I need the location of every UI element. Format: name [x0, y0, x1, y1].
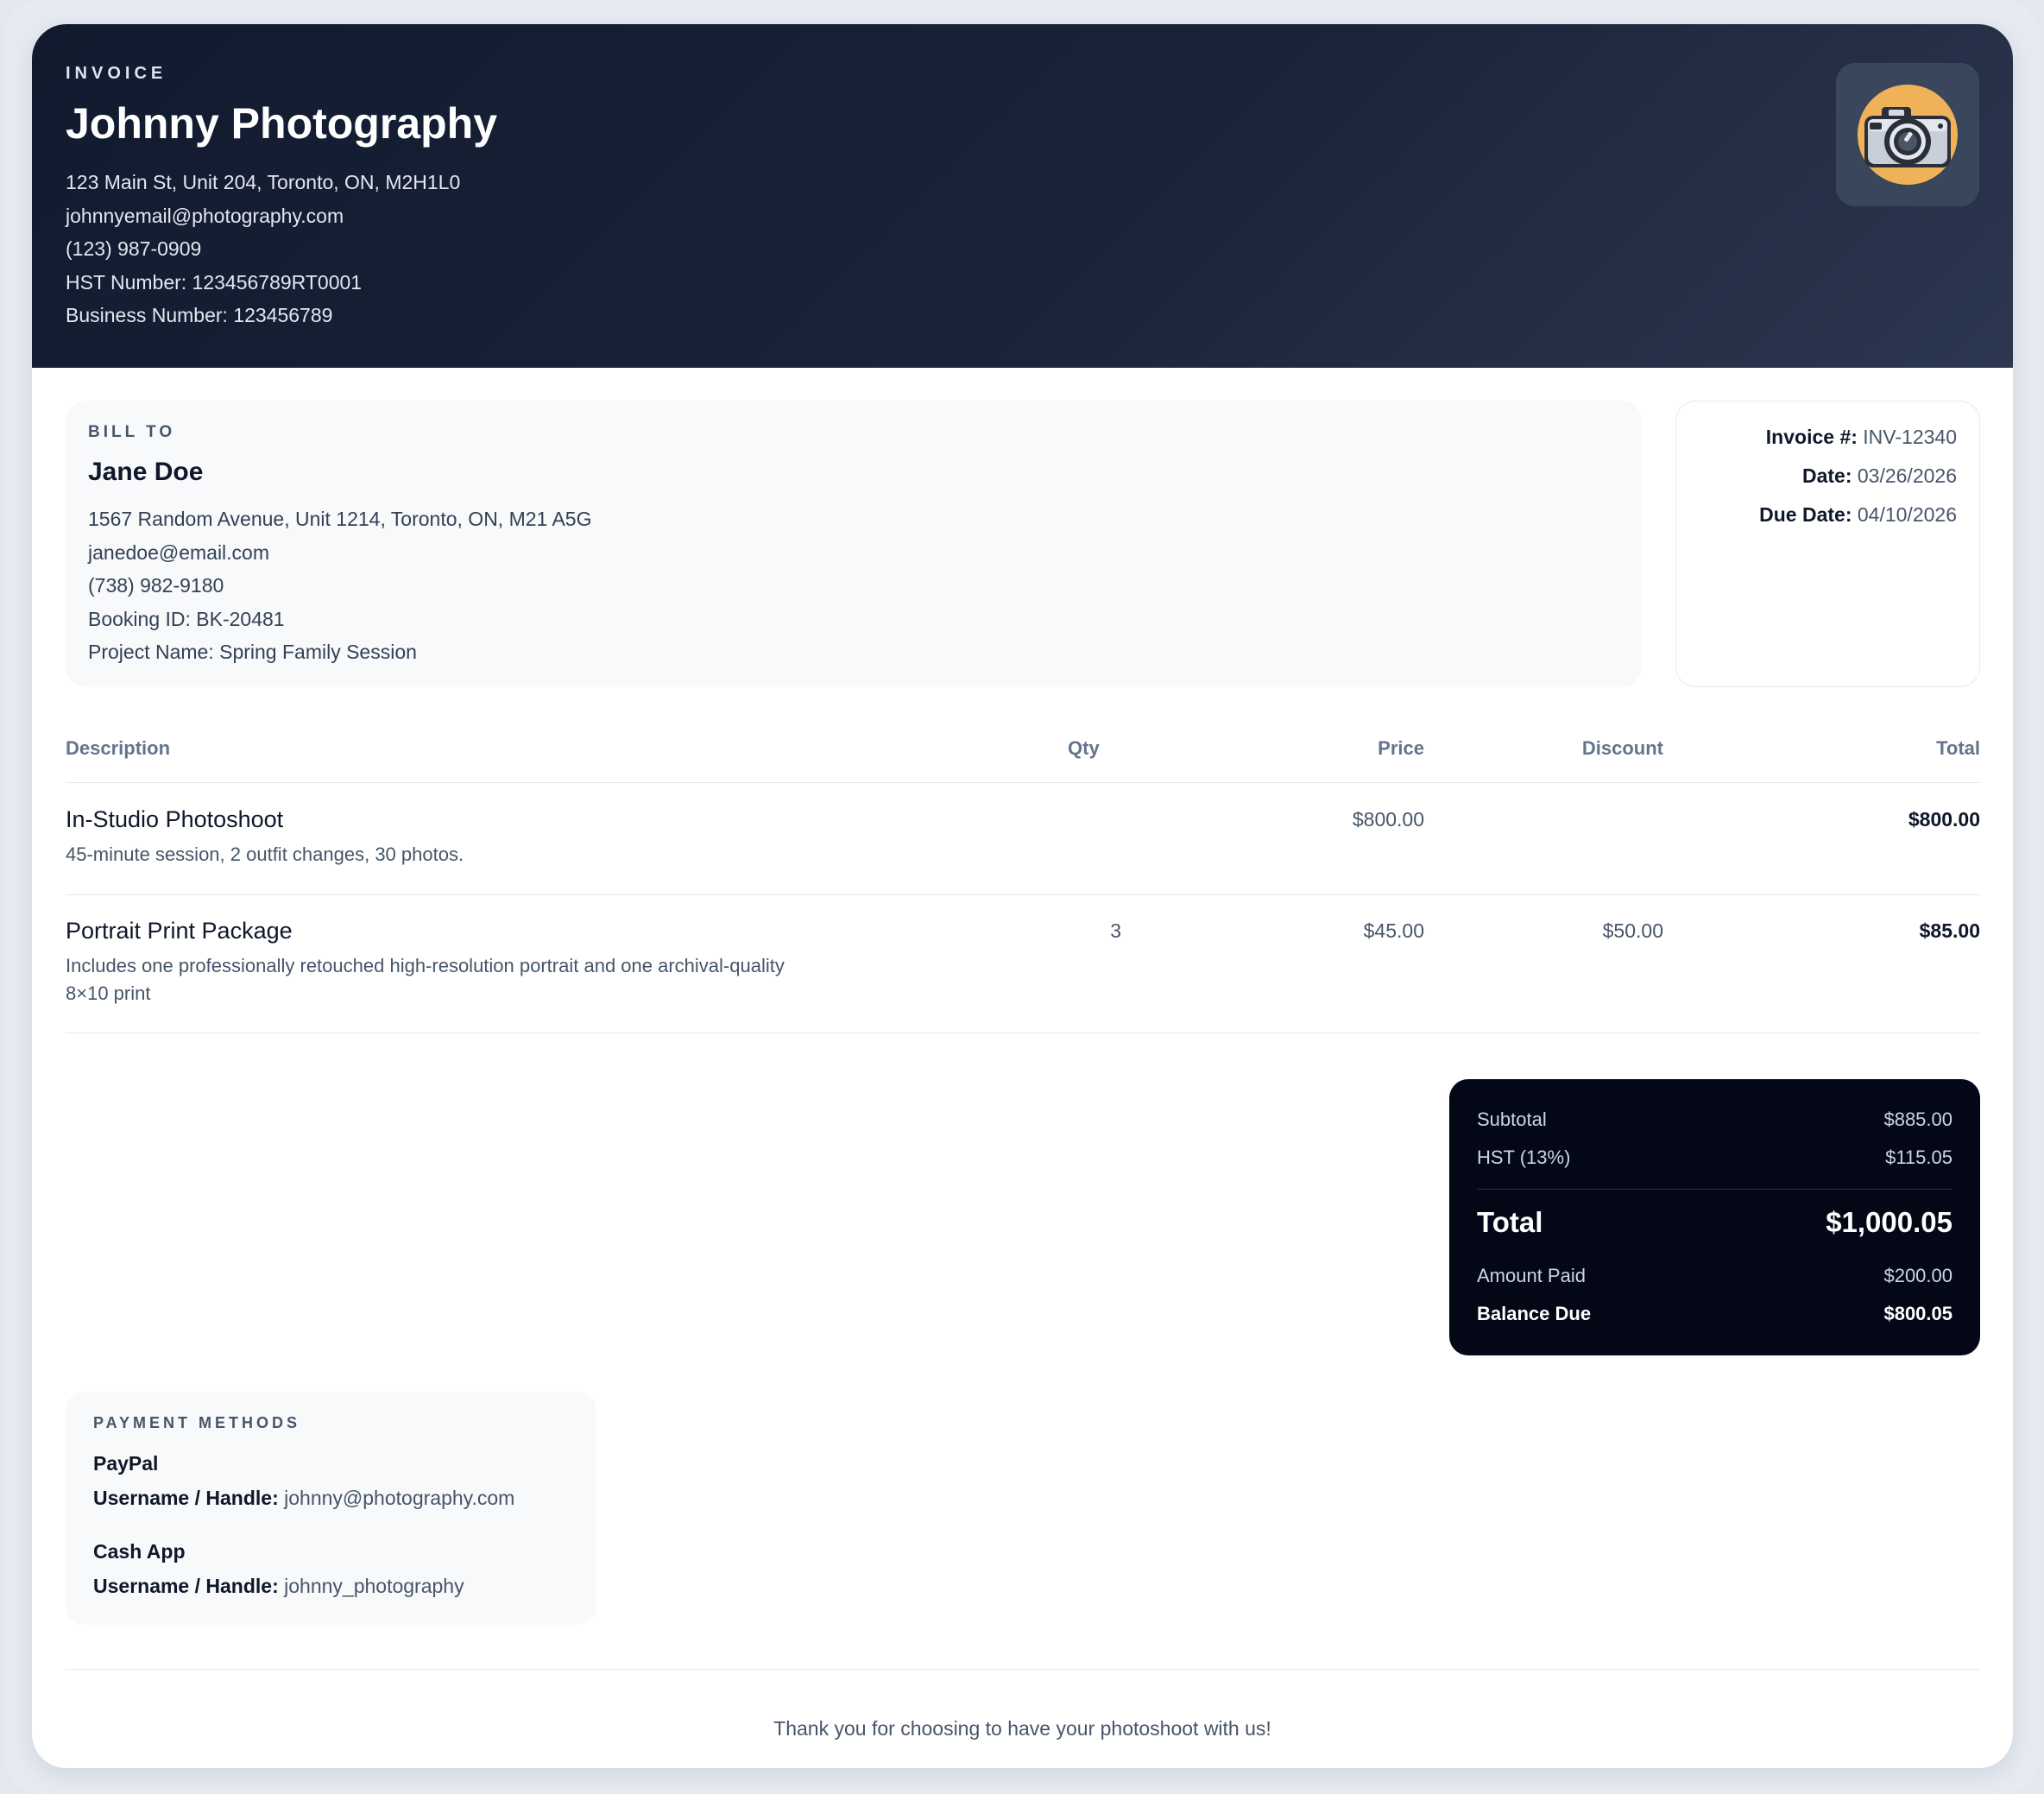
hst-row: HST (13%) $115.05 [1477, 1147, 1953, 1169]
item-total: $85.00 [1919, 919, 1980, 942]
invoice-number-label: Invoice #: [1765, 426, 1858, 448]
payment-method-handle: Username / Handle: johnny_photography [93, 1575, 464, 1598]
payment-method-name: Cash App [93, 1540, 186, 1563]
payment-methods: PAYMENT METHODS PayPal Username / Handle… [66, 1392, 596, 1625]
business-logo [1836, 63, 1979, 206]
invoice-header: INVOICE Johnny Photography 123 Main St, … [32, 24, 2013, 368]
invoice-meta: Invoice #: INV-12340 Date: 03/26/2026 Du… [1675, 401, 1980, 687]
item-title: In-Studio Photoshoot [66, 806, 284, 832]
business-address: 123 Main St, Unit 204, Toronto, ON, M2H1… [66, 171, 461, 193]
invoice-number: Invoice #: INV-12340 [1766, 426, 1957, 449]
handle-label: Username / Handle: [93, 1487, 279, 1509]
total-label: Total [1477, 1206, 1543, 1238]
header-qty: Qty [1068, 737, 1100, 759]
handle-label: Username / Handle: [93, 1575, 279, 1597]
invoice-due-date-label: Due Date: [1759, 503, 1852, 526]
amount-paid-label: Amount Paid [1477, 1265, 1586, 1286]
client-phone: (738) 982-9180 [88, 574, 224, 597]
item-description: Includes one professionally retouched hi… [66, 955, 785, 1004]
row-divider [66, 894, 1980, 895]
client-project-name: Project Name: Spring Family Session [88, 641, 417, 664]
payment-method-handle: Username / Handle: johnny@photography.co… [93, 1487, 514, 1510]
balance-due-value: $800.05 [1883, 1303, 1953, 1324]
totals-summary: Subtotal $885.00 HST (13%) $115.05 Total… [1449, 1079, 1980, 1355]
bill-to-label: BILL TO [88, 423, 176, 441]
header-price: Price [1378, 737, 1424, 759]
invoice-date-label: Date: [1801, 464, 1852, 487]
total-value: $1,000.05 [1826, 1206, 1953, 1238]
client-booking-id: Booking ID: BK-20481 [88, 607, 285, 630]
invoice-eyebrow: INVOICE [66, 64, 167, 83]
item-discount: $50.00 [1602, 919, 1663, 942]
client-name: Jane Doe [88, 458, 204, 486]
item-qty: 3 [1110, 919, 1121, 942]
subtotal-row: Subtotal $885.00 [1477, 1109, 1953, 1131]
item-description: 45-minute session, 2 outfit changes, 30 … [66, 843, 464, 865]
business-email: johnnyemail@photography.com [66, 204, 344, 227]
summary-divider [1477, 1189, 1953, 1190]
table-header-divider [66, 782, 1980, 783]
payment-method-name: PayPal [93, 1452, 159, 1475]
invoice-date-value: 03/26/2026 [1857, 464, 1957, 487]
invoice-number-value: INV-12340 [1863, 426, 1957, 448]
footer-divider [66, 1669, 1980, 1670]
footer-thank-you: Thank you for choosing to have your phot… [773, 1717, 1271, 1740]
total-row: Total $1,000.05 [1477, 1206, 1953, 1239]
hst-value: $115.05 [1885, 1147, 1953, 1168]
business-number: Business Number: 123456789 [66, 304, 333, 327]
client-address: 1567 Random Avenue, Unit 1214, Toronto, … [88, 508, 592, 530]
business-details: 123 Main St, Unit 204, Toronto, ON, M2H1… [66, 166, 460, 332]
invoice-due-date: Due Date: 04/10/2026 [1759, 503, 1957, 527]
item-total: $800.00 [1908, 808, 1980, 831]
invoice-date: Date: 03/26/2026 [1802, 464, 1957, 488]
item-title: Portrait Print Package [66, 918, 293, 944]
invoice-card: INVOICE Johnny Photography 123 Main St, … [32, 24, 2013, 1768]
business-phone: (123) 987-0909 [66, 237, 202, 261]
hst-label: HST (13%) [1477, 1147, 1571, 1168]
header-discount: Discount [1581, 737, 1663, 759]
header-total: Total [1936, 737, 1980, 759]
camera-icon [1858, 85, 1958, 185]
subtotal-value: $885.00 [1883, 1109, 1953, 1130]
client-email: janedoe@email.com [88, 540, 270, 564]
client-details: 1567 Random Avenue, Unit 1214, Toronto, … [88, 502, 591, 669]
balance-due-label: Balance Due [1477, 1303, 1592, 1324]
header-description: Description [66, 737, 171, 759]
item-price: $800.00 [1352, 808, 1424, 831]
payment-methods-label: PAYMENT METHODS [93, 1414, 301, 1431]
business-name: Johnny Photography [66, 99, 497, 148]
bill-to-section: BILL TO Jane Doe 1567 Random Avenue, Uni… [66, 401, 1642, 687]
invoice-due-date-value: 04/10/2026 [1857, 503, 1957, 526]
balance-due-row: Balance Due $800.05 [1477, 1303, 1953, 1325]
item-price: $45.00 [1363, 919, 1424, 942]
amount-paid-row: Amount Paid $200.00 [1477, 1265, 1953, 1287]
amount-paid-value: $200.00 [1883, 1265, 1953, 1286]
business-hst: HST Number: 123456789RT0001 [66, 270, 363, 294]
handle-value: johnny@photography.com [284, 1487, 515, 1509]
subtotal-label: Subtotal [1477, 1109, 1547, 1130]
handle-value: johnny_photography [284, 1575, 464, 1597]
